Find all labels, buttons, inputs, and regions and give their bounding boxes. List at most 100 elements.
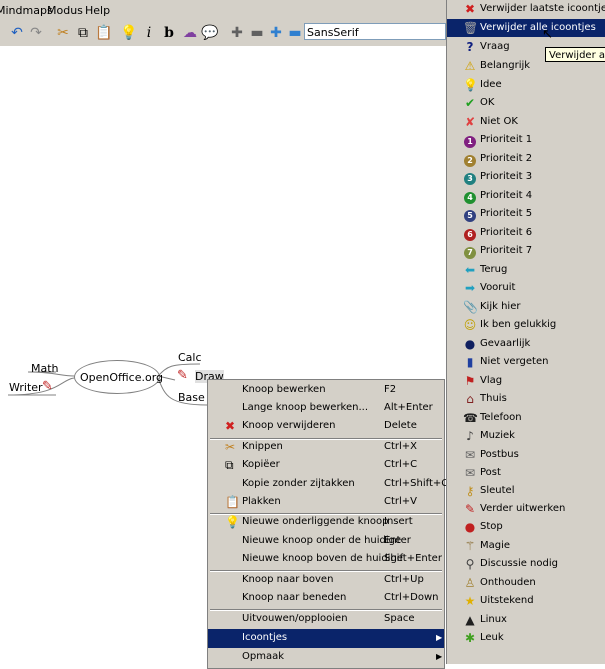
icon-item-discuss[interactable]: ⚲ Discussie nodig: [447, 555, 605, 573]
icon-item-mailbox[interactable]: ✉ Postbus: [447, 446, 605, 464]
icon-item-idea[interactable]: 💡 Idee: [447, 76, 605, 94]
node-base[interactable]: Base: [178, 391, 205, 404]
icon-item-priority-7[interactable]: 7 Prioriteit 7: [447, 242, 605, 260]
submenu-arrow-icon: ▶: [436, 633, 443, 642]
node-writer[interactable]: Writer: [9, 381, 43, 394]
paste-icon: 📋: [225, 495, 240, 509]
copy-icon: ⧉: [225, 458, 234, 472]
menu-item-edit-node[interactable]: Knoop bewerken F2: [208, 381, 444, 400]
menu-item-icons[interactable]: Icoontjes ▶: [208, 629, 444, 648]
remove-last-icon: ✖: [464, 2, 476, 16]
icon-item-priority-2[interactable]: 2 Prioriteit 2: [447, 150, 605, 168]
context-menu: Knoop bewerken F2 Lange knoop bewerken..…: [207, 379, 448, 669]
delete-icon: ✖: [225, 419, 236, 433]
icon-item-priority-4[interactable]: 4 Prioriteit 4: [447, 187, 605, 205]
pencil-icon: ✎: [177, 368, 188, 383]
icon-item-linux[interactable]: ▲ Linux: [447, 611, 605, 629]
submenu-arrow-icon: ▶: [436, 652, 443, 661]
menu-item-new-previous-sibling[interactable]: Nieuwe knoop boven de huidige Shift+Ente…: [208, 550, 444, 569]
menu-item-toggle-folded[interactable]: Uitvouwen/opplooien Space: [208, 610, 444, 629]
magnifier-icon: ⚲: [465, 557, 475, 571]
priority-6-icon: 6: [463, 226, 477, 241]
priority-5-icon: 5: [463, 207, 477, 222]
icon-item-ok[interactable]: ✔ OK: [447, 94, 605, 112]
magic-wand-icon: ⚚: [464, 539, 476, 553]
icon-item-priority-6[interactable]: 6 Prioriteit 6: [447, 224, 605, 242]
key-icon: ⚷: [465, 484, 475, 498]
penguin-icon: ▲: [465, 613, 475, 627]
stop-light-icon: ●: [464, 520, 476, 534]
icon-item-stop[interactable]: ● Stop: [447, 518, 605, 536]
icon-item-happy[interactable]: ☺ Ik ben gelukkig: [447, 316, 605, 334]
icon-item-flag[interactable]: ⚑ Vlag: [447, 372, 605, 390]
smiley-icon: ☺: [463, 318, 477, 332]
icon-item-home[interactable]: ⌂ Thuis: [447, 390, 605, 408]
bomb-icon: ●: [464, 337, 476, 351]
check-icon: ✔: [464, 96, 476, 110]
icon-item-remove-last[interactable]: ✖ Verwijder laatste icoontje: [447, 0, 605, 18]
icon-item-priority-5[interactable]: 5 Prioriteit 5: [447, 205, 605, 223]
icon-item-forward[interactable]: ➡ Vooruit: [447, 279, 605, 297]
idea-bulb-icon: 💡: [225, 515, 240, 529]
house-icon: ⌂: [466, 392, 474, 406]
menu-item-delete-node[interactable]: ✖ Knoop verwijderen Delete: [208, 417, 444, 436]
arrow-right-icon: ➡: [464, 281, 476, 295]
pencil-icon: ✎: [464, 502, 476, 516]
knot-icon: ♙: [464, 576, 476, 590]
envelope-icon: ✉: [464, 466, 476, 480]
node-math[interactable]: Math: [31, 362, 59, 375]
icon-item-back[interactable]: ⬅ Terug: [447, 261, 605, 279]
priority-1-icon: 1: [463, 133, 477, 148]
arrow-left-icon: ⬅: [464, 263, 476, 277]
icon-item-remember[interactable]: ♙ Onthouden: [447, 574, 605, 592]
root-node-label[interactable]: OpenOffice.org: [80, 371, 163, 384]
tooltip: Verwijder alle icoontjes: [545, 47, 605, 62]
icon-item-priority-3[interactable]: 3 Prioriteit 3: [447, 168, 605, 186]
priority-2-icon: 2: [463, 152, 477, 167]
phone-icon: ☎: [463, 411, 478, 425]
icon-item-elaborate[interactable]: ✎ Verder uitwerken: [447, 500, 605, 518]
menu-item-new-child[interactable]: 💡 Nieuwe onderliggende knoop Insert: [208, 513, 444, 532]
fun-icon: ✱: [464, 631, 476, 645]
music-icon: ♪: [466, 429, 474, 443]
priority-4-icon: 4: [463, 189, 477, 204]
cut-icon: ✂: [225, 440, 236, 454]
menu-item-new-sibling[interactable]: Nieuwe knoop onder de huidige Enter: [208, 532, 444, 551]
paperclip-icon: 📎: [463, 300, 478, 314]
idea-bulb-icon: 💡: [463, 78, 478, 92]
cross-icon: ✘: [464, 115, 476, 129]
menu-item-edit-long-node[interactable]: Lange knoop bewerken... Alt+Enter: [208, 399, 444, 418]
priority-3-icon: 3: [463, 170, 477, 185]
flag-icon: ⚑: [464, 374, 476, 388]
priority-7-icon: 7: [463, 244, 477, 259]
icon-item-priority-1[interactable]: 1 Prioriteit 1: [447, 131, 605, 149]
menu-item-cut[interactable]: ✂ Knippen Ctrl+X: [208, 438, 444, 457]
menu-item-paste[interactable]: 📋 Plakken Ctrl+V: [208, 493, 444, 512]
mouse-cursor-icon: ↖: [542, 27, 553, 42]
pencil-icon: ✎: [42, 379, 53, 394]
icon-item-phone[interactable]: ☎ Telefoon: [447, 409, 605, 427]
node-calc[interactable]: Calc: [178, 351, 202, 364]
icons-submenu: ✖ Verwijder laatste icoontje 🗑 Verwijder…: [446, 0, 605, 664]
question-icon: ?: [466, 40, 474, 54]
trash-icon: 🗑: [463, 21, 479, 35]
mailbox-icon: ✉: [464, 448, 476, 462]
menu-item-format[interactable]: Opmaak ▶: [208, 648, 444, 667]
icon-item-excellent[interactable]: ★ Uitstekend: [447, 592, 605, 610]
star-icon: ★: [464, 594, 476, 608]
icon-item-fun[interactable]: ✱ Leuk: [447, 629, 605, 647]
icon-item-magic[interactable]: ⚚ Magie: [447, 537, 605, 555]
icon-item-dangerous[interactable]: ● Gevaarlijk: [447, 335, 605, 353]
icon-item-key[interactable]: ⚷ Sleutel: [447, 482, 605, 500]
book-icon: ▮: [466, 355, 474, 369]
menu-item-copy-single[interactable]: Kopie zonder zijtakken Ctrl+Shift+C: [208, 475, 448, 494]
icon-item-dont-forget[interactable]: ▮ Niet vergeten: [447, 353, 605, 371]
icon-item-look-here[interactable]: 📎 Kijk hier: [447, 298, 605, 316]
icon-item-mail[interactable]: ✉ Post: [447, 464, 605, 482]
menu-item-node-up[interactable]: Knoop naar boven Ctrl+Up: [208, 571, 444, 590]
icon-item-not-ok[interactable]: ✘ Niet OK: [447, 113, 605, 131]
icon-item-music[interactable]: ♪ Muziek: [447, 427, 605, 445]
menu-item-node-down[interactable]: Knoop naar beneden Ctrl+Down: [208, 589, 444, 608]
icon-item-remove-all[interactable]: 🗑 Verwijder alle icoontjes: [447, 19, 605, 37]
menu-item-copy[interactable]: ⧉ Kopiëer Ctrl+C: [208, 456, 444, 475]
